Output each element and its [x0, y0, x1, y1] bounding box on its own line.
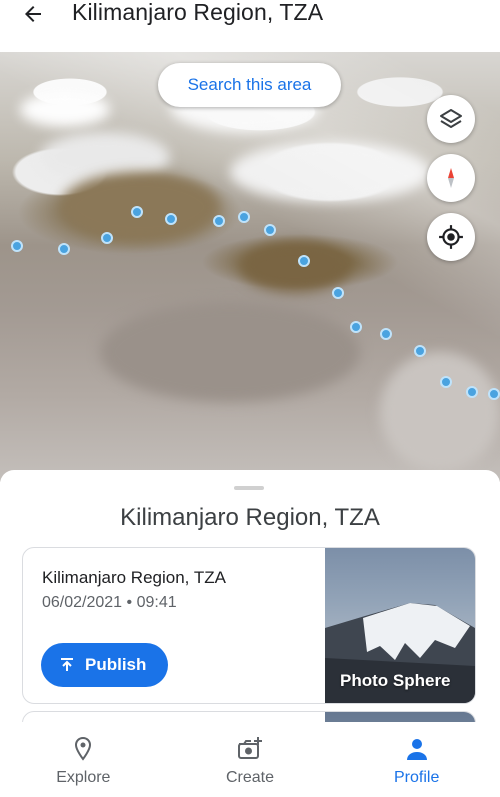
- compass-button[interactable]: [427, 154, 475, 202]
- route-dot[interactable]: [11, 240, 23, 252]
- route-dot[interactable]: [332, 287, 344, 299]
- upload-icon: [61, 658, 73, 671]
- photo-thumbnail[interactable]: Photo Sphere: [325, 548, 475, 703]
- route-dot[interactable]: [238, 211, 250, 223]
- nav-explore[interactable]: Explore: [0, 722, 167, 797]
- person-icon: [406, 739, 427, 760]
- map-terrain-patch: [100, 302, 360, 402]
- route-dot[interactable]: [264, 224, 276, 236]
- compass-icon: [448, 168, 454, 188]
- meta-separator: •: [126, 594, 133, 611]
- photo-card[interactable]: Kilimanjaro Region, TZA 06/02/2021 • 09:…: [22, 547, 476, 704]
- route-dot[interactable]: [165, 213, 177, 225]
- sheet-drag-handle[interactable]: [234, 486, 264, 490]
- bottom-navigation: Explore Create Profile: [0, 722, 500, 797]
- route-dot[interactable]: [101, 232, 113, 244]
- card-date: 06/02/2021: [42, 594, 123, 611]
- arrow-back-icon: [25, 6, 41, 22]
- thumbnail-label: Photo Sphere: [340, 671, 451, 690]
- nav-create[interactable]: Create: [167, 722, 334, 797]
- map-terrain-patch: [380, 352, 500, 472]
- route-dot[interactable]: [488, 388, 500, 400]
- route-dot[interactable]: [298, 255, 310, 267]
- route-dot[interactable]: [466, 386, 478, 398]
- publish-label: Publish: [85, 655, 147, 674]
- route-dot[interactable]: [58, 243, 70, 255]
- map-view[interactable]: [0, 52, 500, 482]
- nav-profile[interactable]: Profile: [333, 722, 500, 797]
- top-app-bar: Kilimanjaro Region, TZA: [0, 0, 500, 52]
- my-location-icon: [439, 225, 463, 249]
- location-pin-icon: [75, 736, 92, 761]
- page-title: Kilimanjaro Region, TZA: [72, 0, 324, 25]
- nav-create-label: Create: [225, 769, 275, 786]
- search-this-area-button[interactable]: Search this area: [158, 63, 341, 107]
- layers-button[interactable]: [427, 95, 475, 143]
- publish-button[interactable]: Publish: [41, 643, 168, 687]
- my-location-button[interactable]: [427, 213, 475, 261]
- sheet-title: Kilimanjaro Region, TZA: [120, 504, 380, 531]
- nav-profile-label: Profile: [394, 769, 440, 786]
- layers-icon: [440, 109, 462, 128]
- route-dot[interactable]: [380, 328, 392, 340]
- route-dot[interactable]: [213, 215, 225, 227]
- nav-explore-label: Explore: [56, 769, 111, 786]
- route-dot[interactable]: [131, 206, 143, 218]
- route-dot[interactable]: [414, 345, 426, 357]
- add-photo-icon: [238, 737, 262, 759]
- card-title: Kilimanjaro Region, TZA: [42, 568, 226, 587]
- card-time: 09:41: [136, 594, 177, 611]
- card-meta: 06/02/2021 • 09:41: [42, 594, 177, 612]
- route-dot[interactable]: [440, 376, 452, 388]
- back-button[interactable]: [18, 0, 48, 28]
- route-dot[interactable]: [350, 321, 362, 333]
